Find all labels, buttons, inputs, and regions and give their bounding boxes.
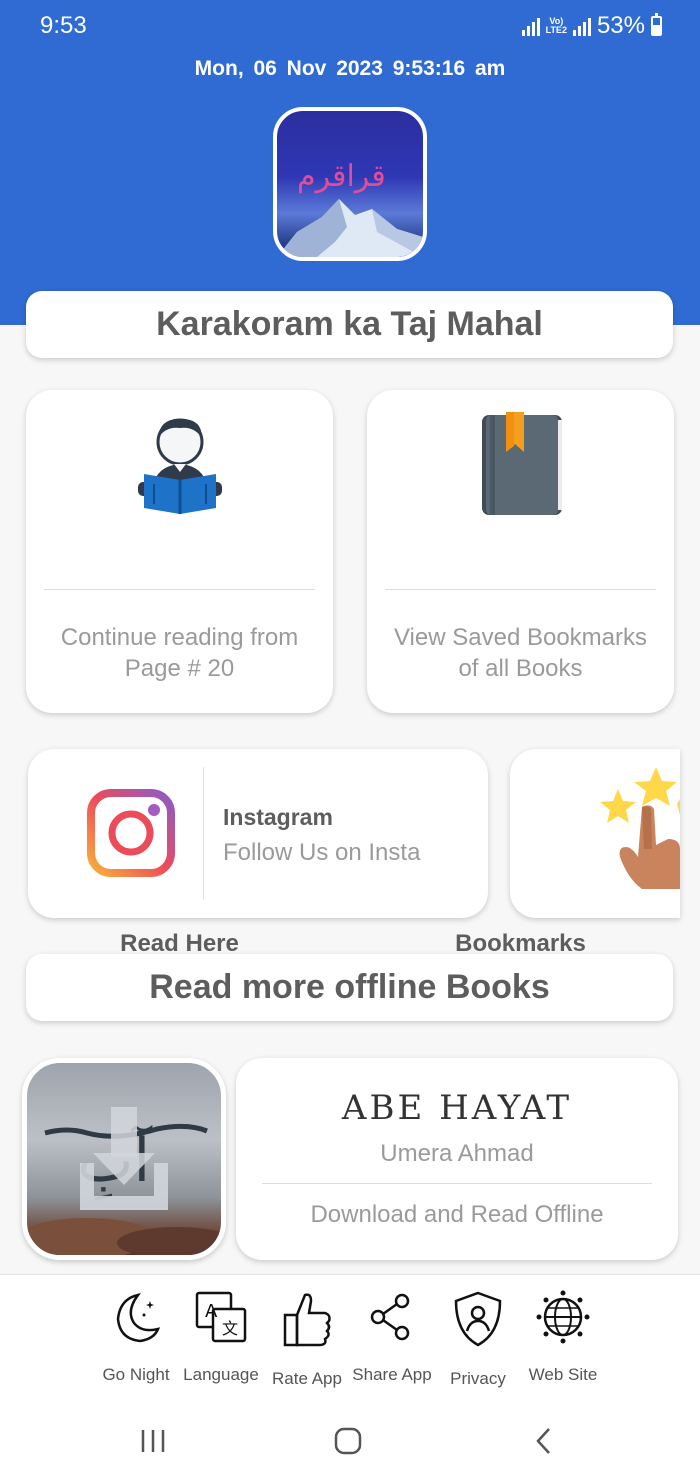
rate-us-card[interactable] <box>510 749 680 918</box>
reader-icon <box>26 412 333 517</box>
system-navigation-bar <box>0 1404 700 1478</box>
app-logo: ﻗﺮﺍﻗﺮﻡ <box>273 107 427 261</box>
star-rating-hand-icon <box>600 767 680 889</box>
download-icon: آبِ <box>27 1107 221 1255</box>
bookmark-book-icon <box>367 412 674 517</box>
recent-apps-icon <box>141 1430 165 1452</box>
svg-text:文: 文 <box>222 1319 238 1338</box>
instagram-icon <box>87 789 175 877</box>
divider <box>262 1183 652 1184</box>
back-chevron-icon <box>536 1428 550 1454</box>
status-bar: 9:53 Vo) LTE2 53% <box>0 0 700 56</box>
globe-icon <box>536 1290 590 1344</box>
mountain-icon <box>277 199 423 257</box>
battery-icon <box>651 13 662 36</box>
divider <box>385 589 656 590</box>
share-app-button[interactable]: Share App <box>349 1289 435 1385</box>
language-label: Language <box>183 1365 259 1384</box>
current-datetime: Mon, 06 Nov 2023 9:53:16 am <box>194 57 506 80</box>
status-time: 9:53 <box>40 12 87 39</box>
web-site-button[interactable]: Web Site <box>520 1289 606 1385</box>
separator <box>203 767 204 900</box>
share-app-label: Share App <box>352 1365 432 1384</box>
read-here-description: Continue reading from Page # 20 <box>60 624 299 682</box>
language-button[interactable]: A 文 Language <box>178 1289 264 1385</box>
app-title: Karakoram ka Taj Mahal <box>156 305 543 343</box>
offline-books-section-title: Read more offline Books <box>26 954 673 1021</box>
signal-icon <box>521 16 540 36</box>
go-night-label: Go Night <box>102 1365 170 1384</box>
privacy-button[interactable]: Privacy <box>435 1289 521 1389</box>
instagram-title: Instagram <box>223 804 333 830</box>
rate-app-label: Rate App <box>272 1369 342 1388</box>
back-button[interactable] <box>524 1424 564 1458</box>
instagram-card[interactable]: Instagram Follow Us on Insta <box>28 749 488 918</box>
divider <box>44 589 315 590</box>
download-read-offline-link[interactable]: Download and Read Offline <box>236 1201 678 1229</box>
bookmarks-card[interactable]: Bookmarks View Saved Bookmarks of all Bo… <box>367 390 674 957</box>
go-night-button[interactable]: Go Night <box>93 1289 179 1385</box>
share-icon <box>370 1293 410 1341</box>
recent-apps-button[interactable] <box>133 1424 173 1458</box>
book-logo-text: ABE HAYAT <box>341 1088 573 1128</box>
moon-icon <box>116 1293 161 1343</box>
book-cover-image[interactable]: آبِ <box>22 1058 226 1260</box>
bookmarks-description: View Saved Bookmarks of all Books <box>393 624 647 682</box>
bottom-toolbar: Go Night A 文 Language Rate App Share App <box>0 1274 700 1405</box>
rate-app-button[interactable]: Rate App <box>264 1289 350 1389</box>
thumbs-up-icon <box>283 1293 331 1347</box>
network-badge: Vo) LTE2 <box>545 16 567 35</box>
signal-icon-2 <box>572 16 591 36</box>
privacy-label: Privacy <box>450 1369 506 1388</box>
home-icon <box>334 1427 362 1455</box>
app-title-card: Karakoram ka Taj Mahal <box>26 291 673 358</box>
svg-text:A: A <box>205 1301 218 1322</box>
home-button[interactable] <box>328 1424 368 1458</box>
translate-icon: A 文 <box>195 1291 247 1343</box>
shield-user-icon <box>454 1291 502 1347</box>
instagram-subtitle: Follow Us on Insta <box>223 839 421 866</box>
status-icons: Vo) LTE2 53% <box>521 12 662 40</box>
battery-percent: 53% <box>596 12 645 39</box>
book-info-card[interactable]: ABE HAYAT Umera Ahmad Download and Read … <box>236 1058 678 1260</box>
read-here-card[interactable]: Read Here Continue reading from Page # 2… <box>26 390 333 957</box>
web-site-label: Web Site <box>528 1365 598 1384</box>
book-author: Umera Ahmad <box>380 1140 534 1167</box>
